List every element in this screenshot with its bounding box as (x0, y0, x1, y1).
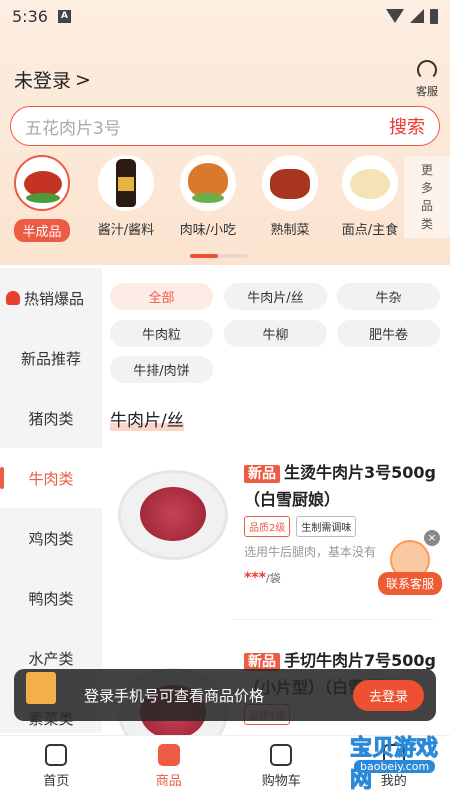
semi-finished-food-icon (14, 155, 70, 211)
category-label: 半成品 (14, 219, 70, 242)
customer-service-button[interactable]: 客服 (416, 60, 438, 99)
shopping-bag-icon (26, 672, 56, 704)
login-status-label: 未登录 (14, 70, 72, 92)
watermark-logo: 宝贝游戏网 baobeiy.com (332, 730, 442, 794)
cooked-ribs-icon (262, 155, 318, 211)
chip-steak[interactable]: 牛排/肉饼 (110, 356, 213, 383)
carousel-indicator-active (190, 254, 218, 258)
section-title-text: 牛肉片/丝 (110, 411, 184, 431)
tab-label: 首页 (43, 774, 70, 789)
search-bar[interactable]: 五花肉片3号 搜索 (10, 106, 440, 146)
close-icon[interactable]: × (424, 530, 440, 546)
tab-cart[interactable]: 购物车 (225, 736, 338, 800)
sidebar-item-chicken[interactable]: 鸡肉类 (0, 508, 102, 568)
category-snack[interactable]: 肉味/小吃 (168, 155, 248, 238)
sidebar-item-label: 水产类 (28, 649, 74, 668)
login-status-link[interactable]: 未登录 > (14, 66, 91, 93)
status-bar: 5:36 A (0, 0, 450, 32)
notification-a-icon: A (57, 9, 71, 23)
sidebar-item-label: 鸡肉类 (28, 529, 74, 548)
tab-products[interactable]: 商品 (113, 736, 226, 800)
quality-tag: 品质2级 (244, 516, 291, 537)
floating-service-label: 联系客服 (378, 572, 442, 595)
shopping-bag-tab-icon (157, 744, 180, 766)
floating-service-button[interactable]: 联系客服 × (378, 530, 442, 595)
sidebar-item-hot[interactable]: 热销爆品 (0, 268, 102, 328)
category-label: 熟制菜 (270, 223, 310, 238)
category-semi-finished[interactable]: 半成品 (2, 155, 82, 242)
battery-icon (430, 8, 438, 24)
category-label: 肉味/小吃 (179, 223, 237, 238)
category-staple[interactable]: 面点/主食 (330, 155, 410, 238)
login-prompt-bar: 登录手机号可查看商品价格 去登录 (14, 669, 436, 721)
category-label: 酱汁/酱料 (97, 223, 155, 238)
more-categories-char: 多 (420, 181, 433, 195)
search-button[interactable]: 搜索 (389, 113, 425, 139)
bun-icon (342, 155, 398, 211)
category-cooked[interactable]: 熟制菜 (250, 155, 330, 238)
category-sauce[interactable]: 酱汁/酱料 (86, 155, 166, 238)
fire-icon (6, 291, 20, 305)
sidebar-item-label: 鸭肉类 (28, 589, 74, 608)
product-image[interactable] (118, 470, 228, 560)
sauce-bottle-icon (98, 155, 154, 211)
price-unit: /袋 (265, 572, 281, 585)
sidebar-item-duck[interactable]: 鸭肉类 (0, 568, 102, 628)
home-icon (45, 744, 68, 766)
tab-label: 购物车 (261, 774, 301, 789)
category-label: 面点/主食 (341, 223, 399, 238)
customer-service-label: 客服 (416, 85, 438, 98)
tab-label: 商品 (155, 774, 182, 789)
headset-icon (417, 60, 437, 80)
prep-tag: 生制需调味 (296, 516, 357, 537)
beef-slices-icon (140, 487, 206, 541)
cart-icon (270, 744, 293, 766)
sidebar-item-new[interactable]: 新品推荐 (0, 328, 102, 388)
sidebar: 热销爆品 新品推荐 猪肉类 牛肉类 鸡肉类 鸭肉类 水产类 素菜类 (0, 268, 102, 733)
chip-offal[interactable]: 牛杂 (337, 283, 440, 310)
sidebar-item-label: 新品推荐 (20, 349, 81, 368)
price-value: *** (244, 570, 266, 586)
tab-home[interactable]: 首页 (0, 736, 113, 800)
sidebar-item-label: 热销爆品 (24, 289, 85, 308)
sidebar-item-label: 猪肉类 (28, 409, 74, 428)
search-input[interactable]: 五花肉片3号 (25, 114, 389, 139)
login-button[interactable]: 去登录 (352, 679, 424, 711)
chip-beef-rolls[interactable]: 肥牛卷 (337, 320, 440, 347)
chip-all[interactable]: 全部 (110, 283, 213, 310)
more-categories-char: 品 (420, 199, 433, 213)
signal-icon (410, 9, 424, 23)
product-title[interactable]: 新品 生烫牛肉片3号500g（白雪厨娘） (244, 460, 444, 512)
status-time: 5:36 (12, 6, 48, 26)
new-badge: 新品 (244, 465, 280, 483)
watermark-url: baobeiy.com (354, 760, 436, 773)
more-categories-char: 更 (420, 163, 433, 177)
sidebar-item-label: 牛肉类 (28, 469, 74, 488)
chip-beef-slices[interactable]: 牛肉片/丝 (224, 283, 327, 310)
sidebar-item-pork[interactable]: 猪肉类 (0, 388, 102, 448)
roast-leg-icon (180, 155, 236, 211)
more-categories-char: 类 (420, 217, 433, 231)
wifi-icon (386, 9, 404, 23)
product-divider (234, 619, 434, 620)
login-prompt-text: 登录手机号可查看商品价格 (84, 686, 265, 705)
chip-tenderloin[interactable]: 牛柳 (224, 320, 327, 347)
more-categories-button[interactable]: 更 多 品 类 (404, 156, 450, 238)
carousel-indicator (190, 254, 248, 258)
sidebar-item-beef[interactable]: 牛肉类 (0, 448, 102, 508)
category-carousel: 半成品 酱汁/酱料 肉味/小吃 熟制菜 面点/主食 (0, 155, 450, 250)
chevron-right-icon: > (75, 68, 91, 91)
chip-beef-cubes[interactable]: 牛肉粒 (110, 320, 213, 347)
section-title: 牛肉片/丝 (110, 406, 184, 431)
